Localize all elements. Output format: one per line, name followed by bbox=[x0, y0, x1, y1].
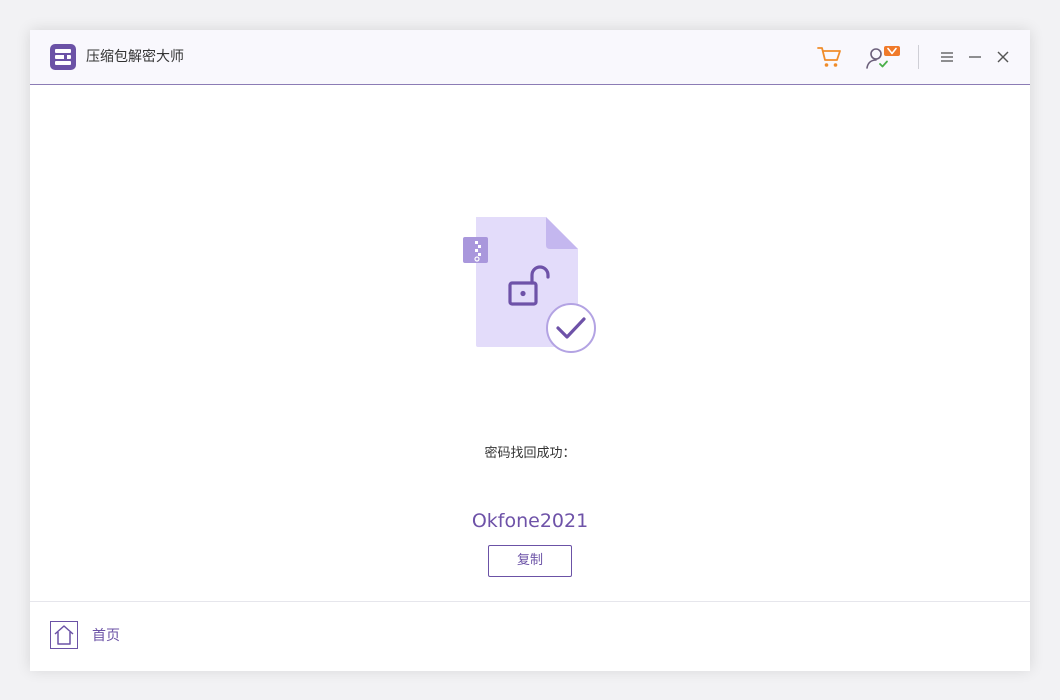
cart-icon[interactable] bbox=[816, 45, 842, 69]
copy-button[interactable]: 复制 bbox=[488, 545, 572, 577]
unlocked-file-illustration bbox=[463, 217, 596, 353]
main-content: 密码找回成功： Okfone2021 复制 bbox=[30, 85, 1030, 601]
user-vip-icon[interactable] bbox=[864, 43, 902, 71]
minimize-icon[interactable] bbox=[967, 50, 983, 64]
home-label: 首页 bbox=[92, 628, 120, 644]
hamburger-menu-icon[interactable] bbox=[939, 50, 955, 64]
check-circle-icon bbox=[546, 303, 596, 353]
close-icon[interactable] bbox=[995, 49, 1011, 65]
footer-bar: 首页 bbox=[30, 601, 1030, 671]
app-logo-icon bbox=[50, 44, 76, 70]
titlebar-divider bbox=[918, 45, 919, 69]
recovered-password: Okfone2021 bbox=[471, 510, 589, 532]
title-bar: 压缩包解密大师 bbox=[30, 30, 1030, 85]
success-message: 密码找回成功： bbox=[484, 446, 576, 461]
home-icon bbox=[50, 621, 78, 649]
app-title: 压缩包解密大师 bbox=[86, 49, 184, 65]
app-window: 压缩包解密大师 密码找回成功： Okfone2021 复制 首页 bbox=[30, 30, 1030, 671]
